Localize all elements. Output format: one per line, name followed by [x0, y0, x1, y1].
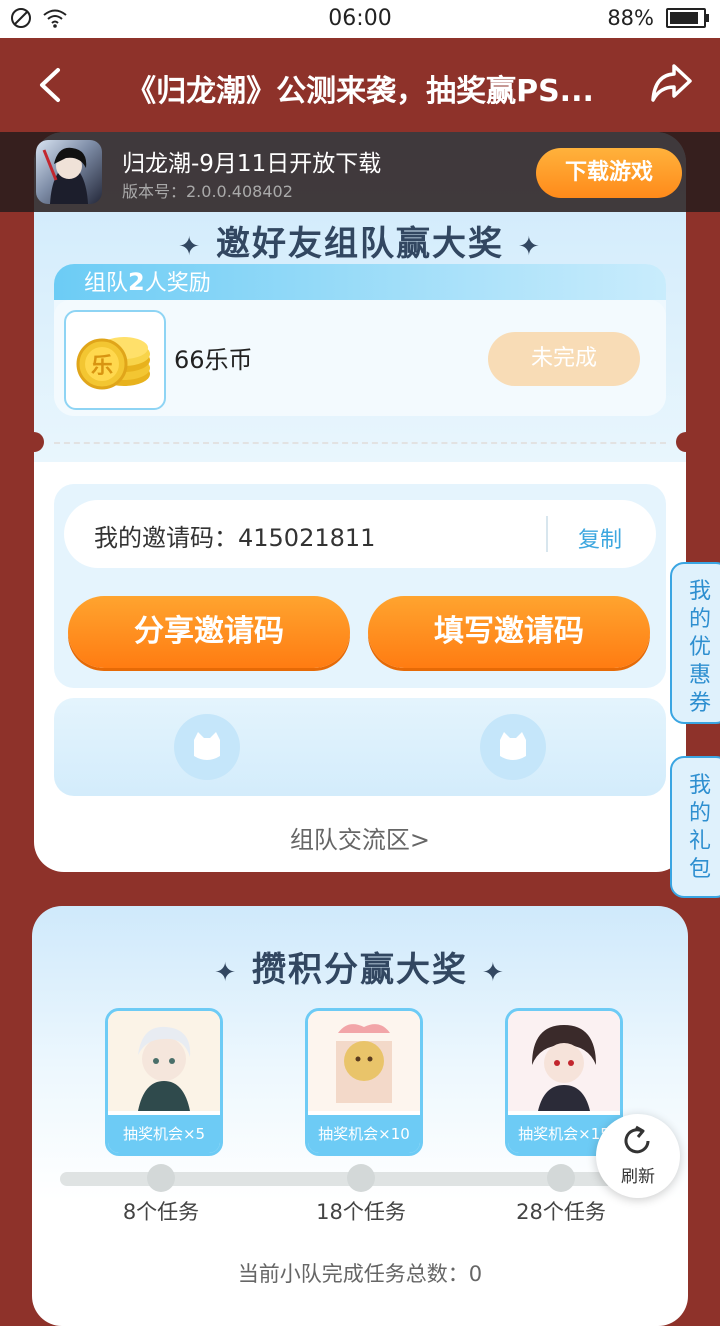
- page-header: 《归龙潮》公测来袭，抽奖赢PS...: [0, 38, 720, 132]
- prize-image: [108, 1011, 220, 1111]
- task-milestone-label: 28个任务: [516, 1200, 606, 1224]
- game-icon: [36, 140, 102, 204]
- prize-card[interactable]: 抽奖机会×5: [105, 1008, 223, 1156]
- tier-label: 组队2人奖励: [54, 264, 666, 300]
- fill-invite-button[interactable]: 填写邀请码: [368, 596, 650, 668]
- divider: [54, 442, 666, 444]
- team-task-total: 当前小队完成任务总数：0: [237, 1262, 483, 1286]
- page-title: 《归龙潮》公测来袭，抽奖赢PS...: [126, 74, 594, 109]
- sparkle-icon: ✦: [518, 232, 542, 262]
- share-invite-button[interactable]: 分享邀请码: [68, 596, 350, 668]
- progress-node: [547, 1164, 575, 1192]
- prize-caption: 抽奖机会×10: [308, 1115, 420, 1153]
- prize-card[interactable]: 抽奖机会×10: [305, 1008, 423, 1156]
- sparkle-icon: ✦: [214, 958, 238, 988]
- game-version: 版本号：2.0.0.408402: [122, 182, 293, 201]
- score-section-title: ✦ 攒积分赢大奖 ✦: [214, 950, 506, 990]
- task-milestone-label: 18个任务: [316, 1200, 406, 1224]
- sparkle-icon: ✦: [178, 232, 202, 262]
- my-gifts-tab[interactable]: 我的礼包: [670, 756, 720, 898]
- refresh-button[interactable]: 刷新: [596, 1114, 680, 1198]
- team-chat-link[interactable]: 组队交流区>: [34, 820, 686, 855]
- back-arrow-icon[interactable]: [30, 62, 70, 108]
- empty-slot-icon[interactable]: [174, 714, 240, 780]
- game-name: 归龙潮-9月11日开放下载: [122, 151, 382, 177]
- prize-image: [308, 1011, 420, 1111]
- progress-node: [347, 1164, 375, 1192]
- team-section-title: ✦ 邀好友组队赢大奖 ✦: [178, 224, 542, 264]
- progress-node: [147, 1164, 175, 1192]
- sparkle-icon: ✦: [482, 958, 506, 988]
- invite-code-label: 我的邀请码：415021811: [94, 524, 376, 552]
- team-slots: [54, 698, 666, 796]
- team-card: ✦ 邀好友组队赢大奖 ✦ 组队2人奖励 乐 66乐币 未完成 我的邀请码：415…: [34, 132, 686, 872]
- invite-code-bar: 我的邀请码：415021811 复制: [64, 500, 656, 568]
- coin-reward-icon: 乐: [64, 310, 166, 410]
- prize-caption: 抽奖机会×5: [108, 1115, 220, 1153]
- download-banner: 归龙潮-9月11日开放下载 版本号：2.0.0.408402 下载游戏: [0, 132, 720, 212]
- share-icon[interactable]: [648, 60, 694, 106]
- score-card: ✦ 攒积分赢大奖 ✦ 抽奖机会×5 抽奖机会×10 抽奖机会×15 8个任务 1…: [32, 906, 688, 1326]
- coin-char: 乐: [91, 354, 113, 379]
- empty-slot-icon[interactable]: [480, 714, 546, 780]
- battery-percent: 88%: [607, 6, 654, 30]
- task-milestone-label: 8个任务: [122, 1200, 200, 1224]
- download-game-button[interactable]: 下载游戏: [536, 148, 682, 198]
- copy-button[interactable]: 复制: [578, 522, 622, 554]
- reward-status-button[interactable]: 未完成: [488, 332, 640, 386]
- reward-row: 乐 66乐币 未完成: [54, 300, 666, 416]
- reward-name: 66乐币: [174, 346, 253, 374]
- refresh-label: 刷新: [621, 1167, 655, 1187]
- invite-box: 我的邀请码：415021811 复制 分享邀请码 填写邀请码: [54, 484, 666, 688]
- team-reward-tier: 组队2人奖励 乐 66乐币 未完成: [54, 264, 666, 416]
- refresh-icon: [624, 1125, 650, 1154]
- my-coupons-tab[interactable]: 我的优惠券: [670, 562, 720, 724]
- prize-image: [508, 1011, 620, 1111]
- status-bar: 06:00 88%: [0, 0, 720, 38]
- battery-icon: [666, 8, 709, 28]
